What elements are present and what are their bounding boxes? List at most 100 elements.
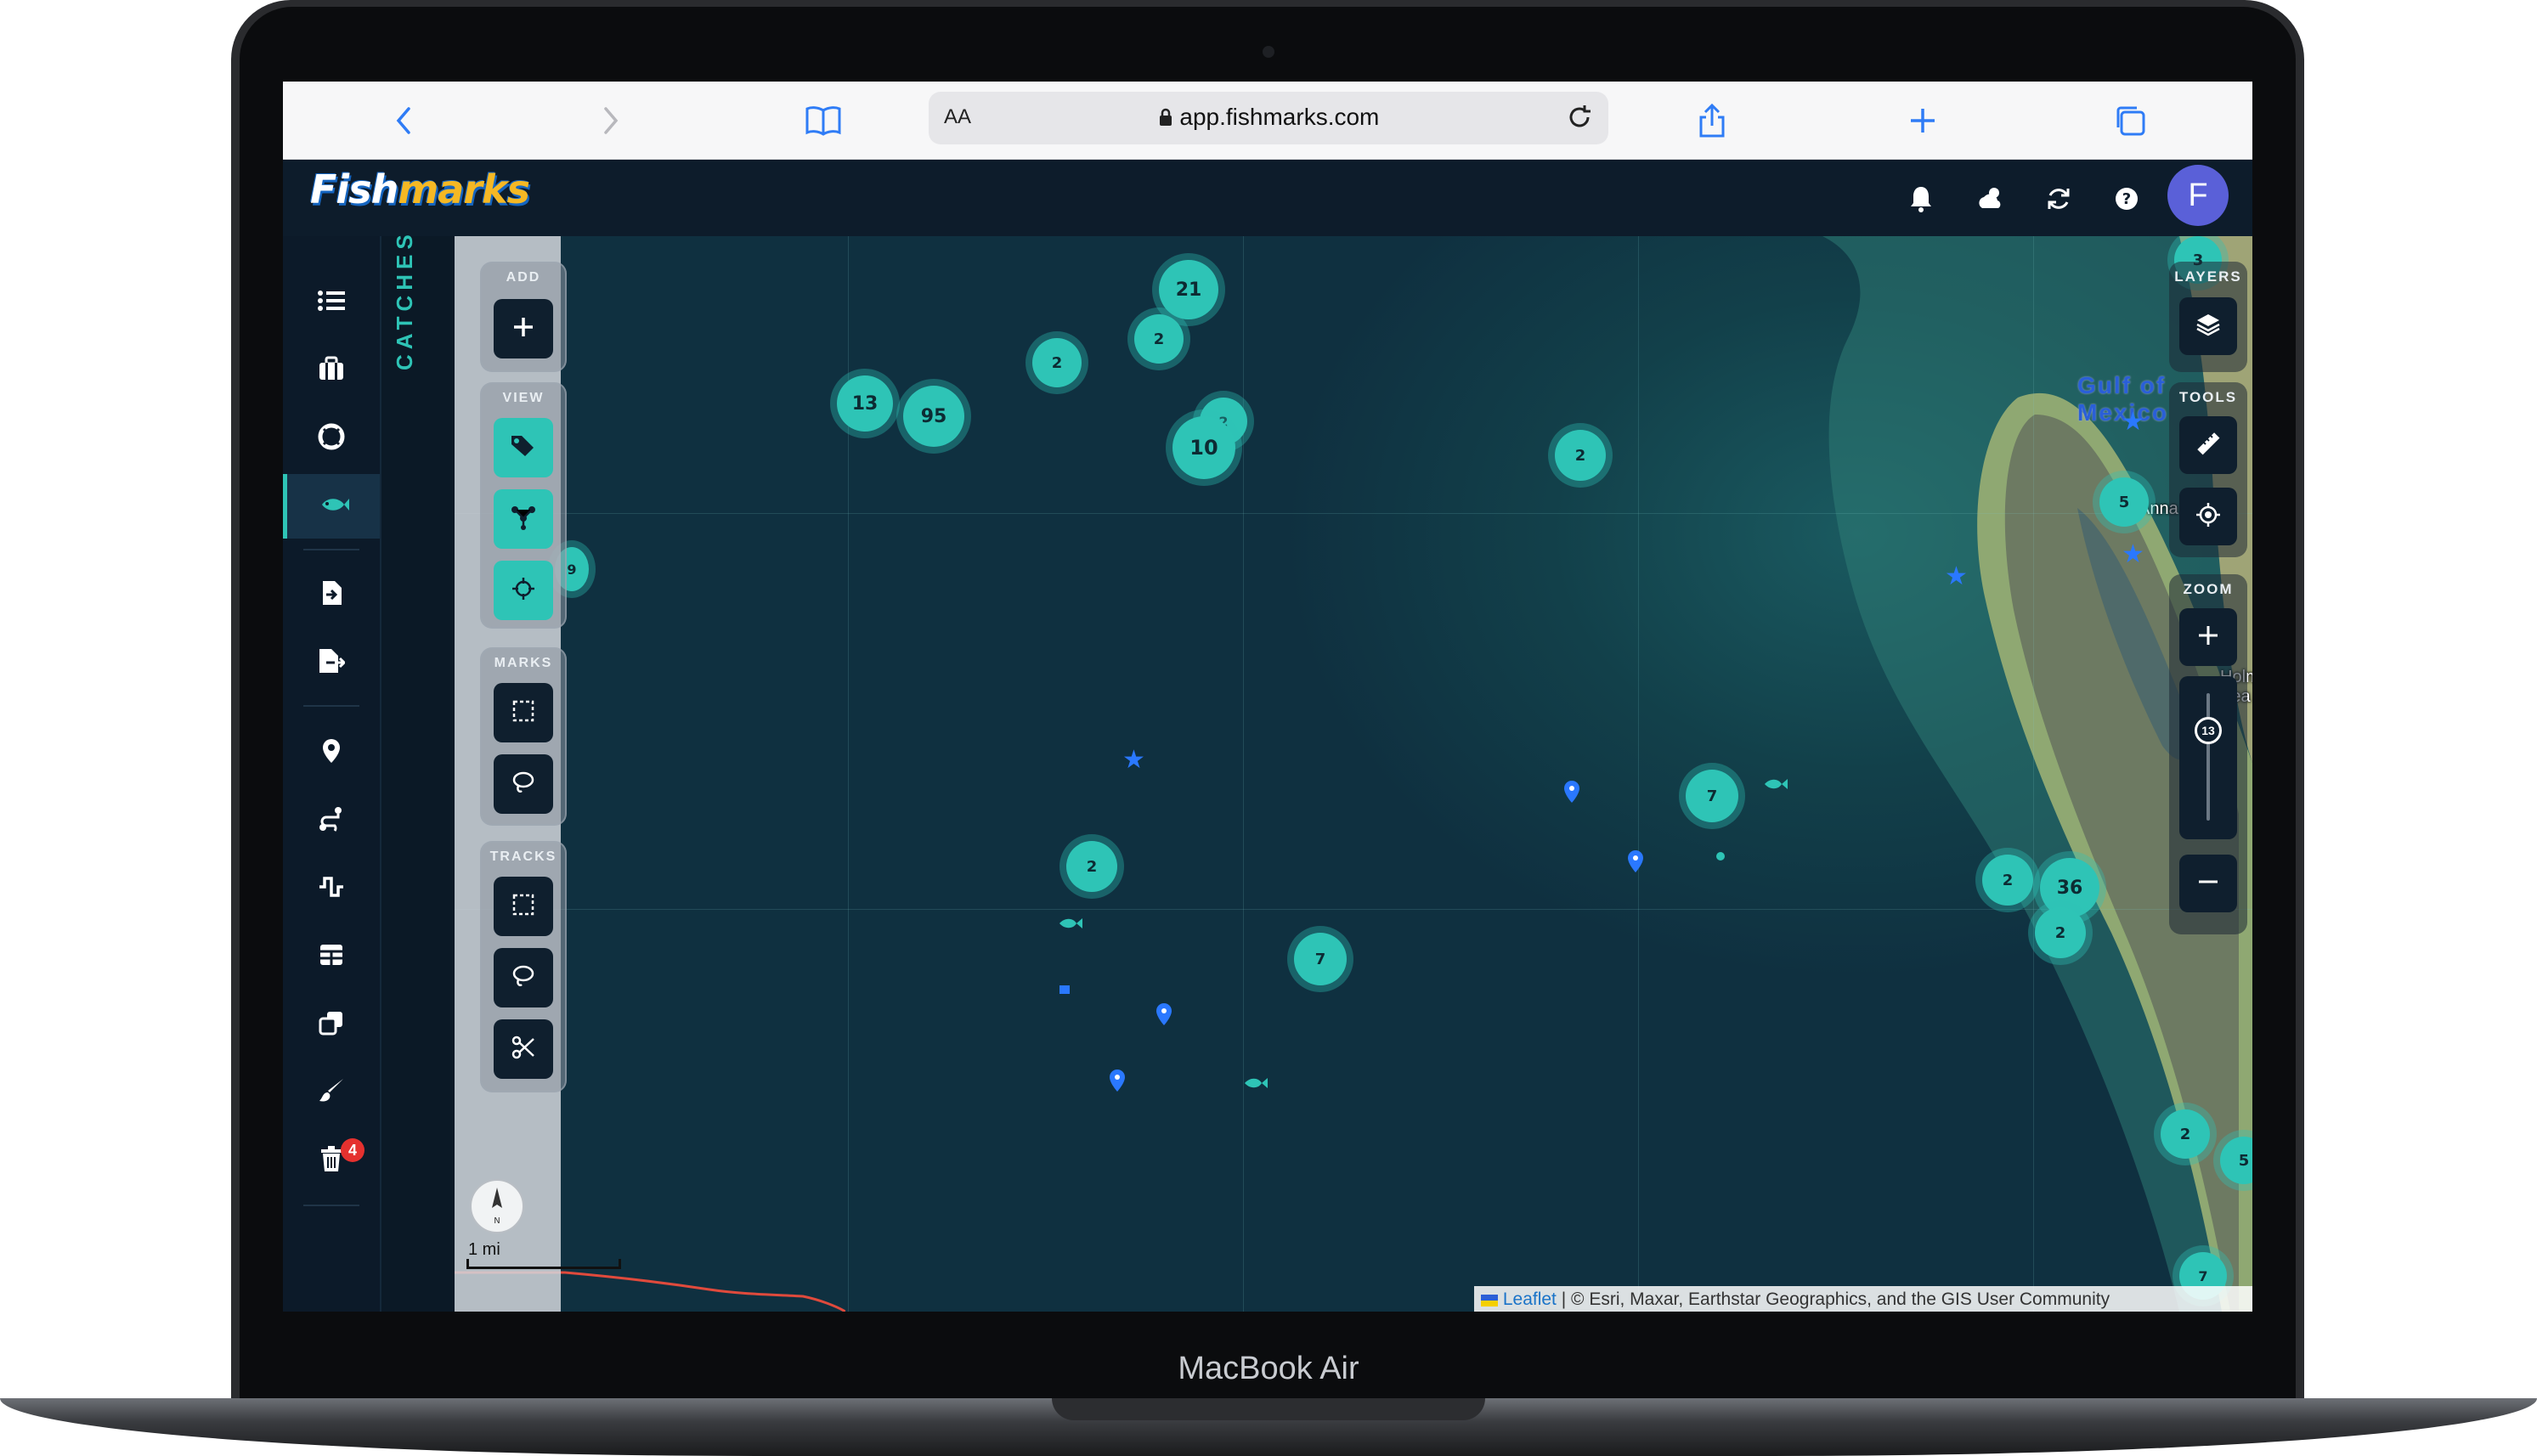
location-pin-marker[interactable] bbox=[1155, 1002, 1172, 1026]
avatar[interactable]: F bbox=[2167, 165, 2229, 226]
map-cluster[interactable]: 2 bbox=[1134, 314, 1184, 364]
favorite-star-marker[interactable]: ★ bbox=[1945, 564, 1968, 590]
bell-icon[interactable] bbox=[1904, 182, 1938, 216]
zoom-out-button[interactable] bbox=[2179, 855, 2237, 912]
crosshair-icon bbox=[511, 576, 536, 606]
tabs-icon[interactable] bbox=[2110, 100, 2150, 141]
map-cluster[interactable]: 95 bbox=[903, 386, 964, 447]
location-pin-marker[interactable] bbox=[1627, 849, 1644, 873]
copy-icon bbox=[319, 1010, 344, 1040]
map-cluster[interactable]: 2 bbox=[1982, 855, 2033, 906]
trash-icon bbox=[319, 1145, 343, 1177]
forward-icon[interactable] bbox=[590, 100, 631, 141]
help-icon[interactable]: ? bbox=[2110, 182, 2144, 216]
location-pin-marker[interactable] bbox=[1109, 1069, 1126, 1092]
locate-button[interactable] bbox=[2179, 488, 2237, 545]
point-marker[interactable] bbox=[1715, 851, 1726, 861]
sidebar-item-brush[interactable] bbox=[283, 1060, 380, 1125]
measure-button[interactable] bbox=[2179, 416, 2237, 474]
sidebar-item-copy[interactable] bbox=[283, 992, 380, 1057]
tools-group: TOOLS bbox=[2169, 382, 2247, 557]
sidebar-item-routes[interactable] bbox=[283, 788, 380, 853]
device-label: MacBook Air bbox=[1178, 1351, 1359, 1386]
lasso-icon bbox=[511, 964, 535, 992]
trash-count-badge: 4 bbox=[341, 1138, 364, 1162]
tools-group-label: TOOLS bbox=[2178, 389, 2238, 405]
share-icon[interactable] bbox=[1692, 100, 1732, 141]
map-cluster[interactable]: 2 bbox=[2035, 907, 2086, 958]
sidebar-item-tackle[interactable] bbox=[283, 338, 380, 403]
list-icon bbox=[318, 290, 345, 316]
sidebar-item-catches[interactable] bbox=[283, 474, 380, 539]
favorite-star-marker[interactable]: ★ bbox=[2122, 409, 2144, 435]
zoom-slider-handle[interactable]: 13 bbox=[2195, 717, 2222, 744]
layers-group-label: LAYERS bbox=[2174, 268, 2242, 285]
view-network-button[interactable] bbox=[494, 489, 553, 549]
favorite-star-marker[interactable]: ★ bbox=[2122, 542, 2144, 567]
map-cluster[interactable]: 2 bbox=[1032, 338, 1082, 387]
map-attribution: Leaflet | © Esri, Maxar, Earthstar Geogr… bbox=[1474, 1286, 2252, 1312]
layers-button[interactable] bbox=[2179, 297, 2237, 355]
marks-lasso-button[interactable] bbox=[494, 754, 553, 814]
marks-rect-select-button[interactable] bbox=[494, 683, 553, 742]
sync-icon[interactable] bbox=[2042, 182, 2076, 216]
url-text: app.fishmarks.com bbox=[1179, 104, 1380, 130]
tracks-rect-select-button[interactable] bbox=[494, 877, 553, 936]
catch-fish-marker[interactable] bbox=[1763, 776, 1788, 792]
tracks-cut-button[interactable] bbox=[494, 1019, 553, 1079]
map-cluster[interactable]: 7 bbox=[1686, 770, 1738, 822]
flag-marker[interactable] bbox=[1058, 984, 1071, 997]
tracks-group-label: TRACKS bbox=[489, 849, 557, 864]
sidebar-item-table[interactable] bbox=[283, 924, 380, 989]
leaflet-link[interactable]: Leaflet bbox=[1503, 1290, 1557, 1309]
sidebar-item-graph[interactable] bbox=[283, 856, 380, 921]
location-pin-marker[interactable] bbox=[1563, 780, 1580, 804]
map-cluster[interactable]: 21 bbox=[1159, 260, 1218, 319]
location-pin-icon bbox=[321, 737, 342, 769]
zoom-slider[interactable]: 13 bbox=[2179, 676, 2237, 839]
view-crosshair-button[interactable] bbox=[494, 561, 553, 620]
scale-bar bbox=[466, 1259, 621, 1269]
screen: AA app.fishmarks.com Fishmarks ? F 4 Gul… bbox=[283, 82, 2252, 1312]
tracks-lasso-button[interactable] bbox=[494, 948, 553, 1007]
weather-icon[interactable] bbox=[1974, 182, 2008, 216]
map-cluster[interactable]: 2 bbox=[2161, 1109, 2210, 1159]
reload-icon[interactable] bbox=[1564, 102, 1595, 137]
minus-icon bbox=[2197, 871, 2219, 897]
map-cluster[interactable]: 2 bbox=[1066, 841, 1117, 892]
catch-fish-marker[interactable] bbox=[1058, 916, 1083, 931]
svg-text:?: ? bbox=[2122, 190, 2131, 208]
map-cluster[interactable]: 10 bbox=[1172, 416, 1235, 479]
locate-icon bbox=[2195, 502, 2221, 532]
sidebar-item-export[interactable] bbox=[283, 630, 380, 695]
sidebar-item-import[interactable] bbox=[283, 562, 380, 627]
map-cluster[interactable]: 13 bbox=[837, 375, 893, 432]
view-tags-button[interactable] bbox=[494, 418, 553, 477]
back-icon[interactable] bbox=[383, 100, 424, 141]
map-cluster[interactable]: 5 bbox=[2099, 477, 2149, 527]
marks-group: MARKS bbox=[480, 647, 567, 826]
favorite-star-marker[interactable]: ★ bbox=[1122, 748, 1145, 773]
laptop-notch bbox=[1052, 1398, 1485, 1420]
address-bar[interactable]: AA app.fishmarks.com bbox=[929, 92, 1608, 144]
compass-icon[interactable]: N bbox=[470, 1179, 524, 1233]
catch-fish-marker[interactable] bbox=[1243, 1075, 1268, 1091]
import-icon bbox=[319, 579, 343, 611]
zoom-in-button[interactable] bbox=[2179, 608, 2237, 666]
plus-icon bbox=[512, 316, 534, 342]
map-cluster[interactable]: 7 bbox=[1294, 933, 1347, 985]
add-group: ADD bbox=[480, 262, 567, 372]
fishmarks-logo[interactable]: Fishmarks bbox=[310, 166, 530, 212]
graph-icon bbox=[318, 875, 345, 903]
svg-text:N: N bbox=[494, 1216, 500, 1226]
sidebar-item-lifebuoy[interactable] bbox=[283, 406, 380, 471]
attribution-text: | © Esri, Maxar, Earthstar Geographics, … bbox=[1561, 1290, 2110, 1309]
sidebar-item-list[interactable] bbox=[283, 270, 380, 335]
map-cluster[interactable]: 2 bbox=[1555, 430, 1606, 481]
sidebar-item-trash[interactable]: 4 bbox=[283, 1128, 380, 1193]
add-button[interactable] bbox=[494, 299, 553, 358]
map[interactable]: Gulf of Mexico Anna Maria Holmes Bea 21 … bbox=[455, 236, 2252, 1312]
bookmarks-icon[interactable] bbox=[803, 100, 844, 141]
new-tab-icon[interactable] bbox=[1902, 100, 1943, 141]
sidebar-item-marks[interactable] bbox=[283, 720, 380, 785]
